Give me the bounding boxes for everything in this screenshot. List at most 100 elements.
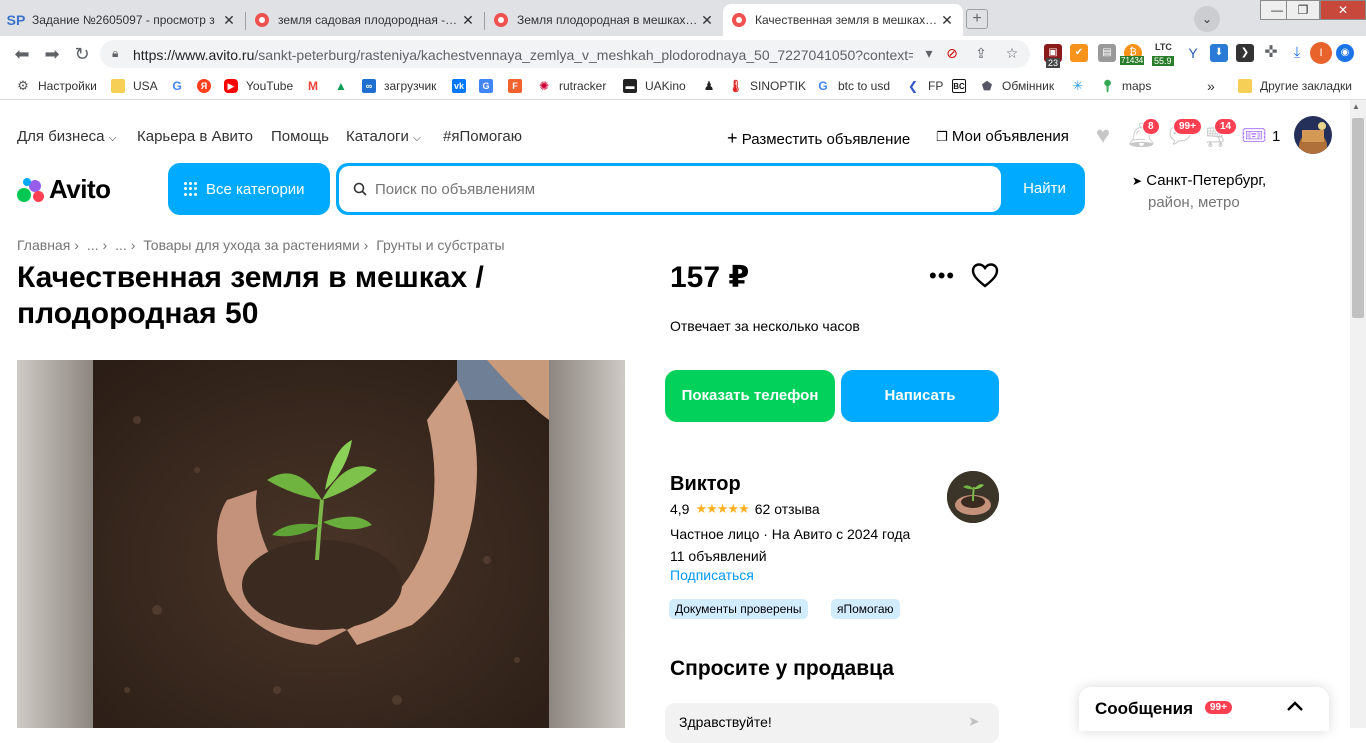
scrollbar-thumb[interactable] (1352, 118, 1364, 318)
favorites-heart-icon[interactable]: ♥ (1089, 122, 1117, 150)
bookmark-fp[interactable]: ❮ FP (906, 77, 943, 95)
bookmarks-overflow-button[interactable]: » (1207, 77, 1215, 95)
search-field[interactable] (339, 166, 1001, 212)
write-message-button[interactable]: Написать (841, 370, 999, 422)
bookmark-yandex[interactable]: Я (197, 77, 219, 95)
breadcrumb-item[interactable]: Товары для ухода за растениями (143, 237, 359, 253)
maximize-button[interactable]: ❐ (1286, 0, 1320, 20)
forward-arrow-icon[interactable]: ➡ (40, 42, 64, 66)
bookmark-zagruzchik[interactable]: ∞ загрузчик (362, 77, 436, 95)
messages-panel[interactable]: Сообщения 99+ (1079, 687, 1329, 731)
new-tab-button[interactable]: + (966, 9, 988, 29)
location-selector[interactable]: ➤ Санкт-Петербург, район, метро (1132, 170, 1266, 214)
breadcrumb-item[interactable]: ... (87, 237, 99, 253)
bookmark-drive[interactable]: ▲ (334, 77, 356, 95)
bookmark-google[interactable]: G (170, 77, 192, 95)
all-categories-button[interactable]: Все категории (168, 163, 330, 215)
more-options-icon[interactable]: ••• (929, 263, 955, 289)
address-bar[interactable]: 🔒︎ https://www.avito.ru/sankt-peterburg/… (100, 40, 1030, 68)
bookmark-f[interactable]: F (508, 77, 530, 95)
chrome-menu-icon[interactable]: ◉ (1336, 44, 1354, 62)
extension-arrow-icon[interactable]: ❯ (1236, 44, 1254, 62)
bookmark-star-icon[interactable]: ☆ (1003, 45, 1021, 62)
dropdown-icon[interactable]: ▾ (920, 45, 938, 62)
post-ad-link[interactable]: + Разместить объявление (727, 128, 910, 149)
share-icon[interactable]: ⇪ (972, 45, 990, 62)
promo-count: 1 (1272, 128, 1281, 145)
nav-yapomogayu[interactable]: #яПомогаю (443, 128, 522, 145)
url-text[interactable]: https://www.avito.ru/sankt-peterburg/ras… (133, 47, 913, 63)
seller-name[interactable]: Виктор (670, 473, 741, 496)
back-arrow-icon[interactable]: ⬅ (10, 42, 34, 66)
bookmark-vk[interactable]: vk (452, 77, 474, 95)
tab-search-button[interactable]: ⌄ (1194, 6, 1220, 32)
bookmark-figure[interactable]: ♟ (702, 77, 724, 95)
favorite-heart-icon[interactable] (970, 260, 1000, 290)
chevron-up-icon[interactable] (1283, 695, 1307, 719)
bookmark-sinoptik[interactable]: 🌡︎ SINOPTIK (728, 77, 806, 95)
breadcrumb-separator: › (102, 237, 108, 253)
seller-rating[interactable]: 4,9 ★★★★★ 62 отзыва (670, 501, 820, 517)
browser-tab-3[interactable]: Земля плодородная в мешках. Гр ✕ (485, 4, 723, 36)
nav-catalogs[interactable]: Каталоги ⌵ (346, 128, 421, 145)
show-phone-button[interactable]: Показать телефон (665, 370, 835, 422)
scroll-up-arrow-icon[interactable]: ▲ (1352, 102, 1360, 111)
bookmark-other[interactable]: Другие закладки (1238, 77, 1352, 95)
breadcrumb-item[interactable]: ... (115, 237, 127, 253)
breadcrumb-item[interactable]: Грунты и субстраты (376, 237, 504, 253)
listing-photo[interactable] (17, 360, 625, 728)
avito-logo[interactable]: Avito (17, 174, 111, 205)
close-window-button[interactable]: ✕ (1320, 0, 1366, 20)
browser-tab-2[interactable]: земля садовая плодородная - Ку ✕ (246, 4, 484, 36)
ask-seller-title: Спросите у продавца (670, 657, 894, 680)
close-tab-icon[interactable]: ✕ (939, 12, 955, 29)
seller-avatar-image (947, 471, 999, 523)
bookmark-obminnik[interactable]: ⬟ Обмінник (980, 77, 1054, 95)
puzzle-icon[interactable]: ✜ (1262, 44, 1280, 62)
profile-avatar[interactable]: I (1310, 42, 1332, 64)
nav-help[interactable]: Помощь (271, 128, 329, 145)
close-tab-icon[interactable]: ✕ (221, 12, 237, 29)
maps-icon: 📍︎ (1100, 79, 1116, 93)
nav-career[interactable]: Карьера в Авито (137, 128, 253, 145)
subscribe-link[interactable]: Подписаться (670, 567, 754, 583)
send-arrow-icon[interactable]: ➤ (968, 713, 980, 730)
bookmark-gmail[interactable]: M (306, 77, 328, 95)
promo-ticket-icon[interactable]: 🎟︎ (1240, 122, 1268, 150)
bookmark-uakino[interactable]: ▬ UAKino (623, 77, 686, 95)
bookmark-translate[interactable]: G (479, 77, 501, 95)
bookmark-maps[interactable]: 📍︎ maps (1100, 77, 1151, 95)
close-tab-icon[interactable]: ✕ (460, 12, 476, 29)
bookmark-btc-to-usd[interactable]: Gbtc to usd (816, 77, 890, 95)
close-tab-icon[interactable]: ✕ (699, 12, 715, 29)
nav-for-business[interactable]: Для бизнеса ⌵ (17, 128, 116, 145)
bookmark-bc[interactable]: BC (952, 77, 974, 95)
seller-info: Частное лицо · На Авито с 2024 года 11 о… (670, 523, 910, 567)
search-button[interactable]: Найти (1004, 163, 1085, 215)
bookmark-usa[interactable]: USA (111, 77, 158, 95)
reload-icon[interactable]: ↻ (70, 42, 94, 66)
bookmark-youtube[interactable]: ▶ YouTube (224, 77, 293, 95)
breadcrumb-item[interactable]: Главная (17, 237, 70, 253)
ask-seller-input[interactable]: Здравствуйте! (665, 703, 999, 743)
bookmark-star[interactable]: ✳ (1071, 77, 1093, 95)
extension-3-icon[interactable]: ▤ (1098, 44, 1116, 62)
location-sub: район, метро (1148, 194, 1240, 211)
search-input[interactable] (375, 180, 975, 198)
my-ads-link[interactable]: ❐ Мои объявления (936, 128, 1069, 145)
seller-ads-count[interactable]: 11 объявлений (670, 545, 910, 567)
extension-download-icon[interactable]: ⬇ (1210, 44, 1228, 62)
ltc-price-counter: 55.9 (1152, 56, 1174, 66)
browser-tab-1[interactable]: SP Задание №2605097 - просмотр з ✕ (0, 4, 245, 36)
blocked-icon[interactable]: ⊘ (943, 45, 961, 62)
url-path: /sankt-peterburg/rasteniya/kachestvennay… (254, 47, 913, 63)
extension-2-icon[interactable]: ✔ (1070, 44, 1088, 62)
user-avatar[interactable] (1294, 116, 1332, 154)
bookmark-label: SINOPTIK (750, 79, 807, 93)
bookmark-rutracker[interactable]: ✺ rutracker (537, 77, 606, 95)
seller-avatar[interactable] (947, 471, 999, 523)
downloads-icon[interactable]: ⤓ (1288, 44, 1306, 62)
browser-tab-4-active[interactable]: Качественная земля в мешках / п ✕ (723, 4, 963, 36)
extension-y-icon[interactable]: Y (1184, 44, 1202, 62)
bookmark-settings[interactable]: ⚙ Настройки (16, 77, 97, 95)
